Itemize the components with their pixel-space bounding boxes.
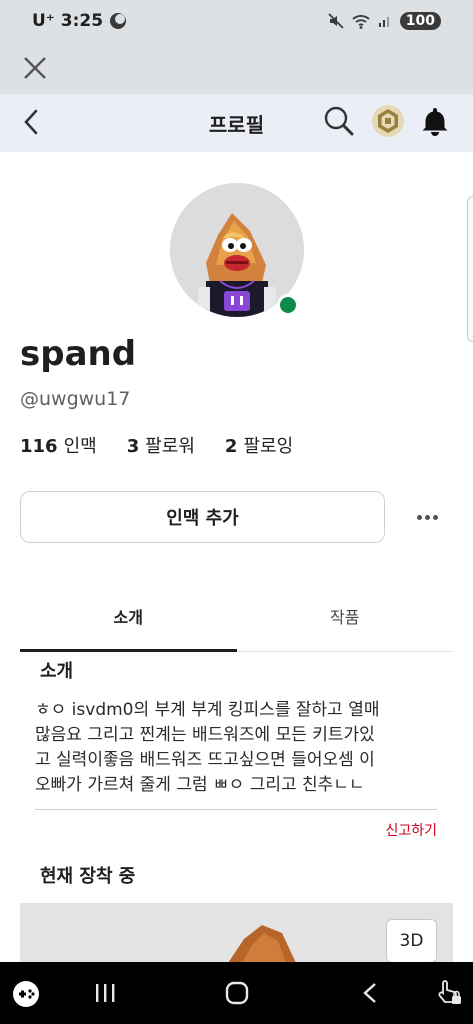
mute-icon [328, 13, 344, 29]
stat-label: 팔로워 [145, 436, 195, 457]
close-icon[interactable] [22, 55, 48, 81]
more-options-button[interactable] [412, 505, 442, 529]
display-name: spand [20, 334, 137, 374]
about-text: ㅎㅇ isvdm0의 부계 부계 킹피스를 잘하고 열매 많음요 그리고 찐계는… [35, 698, 440, 798]
divider [35, 809, 437, 810]
robux-icon[interactable] [371, 104, 405, 138]
back-nav-icon[interactable] [362, 982, 378, 1004]
stat-label: 인맥 [63, 436, 97, 457]
stat-value: 116 [20, 436, 58, 457]
view-3d-button[interactable]: 3D [386, 919, 437, 963]
system-nav-bar [0, 962, 473, 1024]
close-bar [0, 42, 473, 94]
stat-following[interactable]: 2 팔로잉 [225, 432, 293, 458]
username-handle: @uwgwu17 [20, 388, 131, 410]
moon-icon [110, 13, 127, 29]
clock: 3:25 [60, 11, 104, 31]
tab-about[interactable]: 소개 [20, 590, 237, 652]
search-icon[interactable] [323, 105, 355, 137]
side-scroll-handle[interactable] [467, 196, 473, 342]
report-link[interactable]: 신고하기 [385, 820, 437, 840]
profile-stats: 116 인맥 3 팔로워 2 팔로잉 [20, 432, 293, 458]
tab-creations[interactable]: 작품 [237, 590, 454, 651]
recent-apps-icon[interactable] [94, 982, 116, 1004]
about-line: 오빠가 가르쳐 줄게 그럼 ㅃㅇ 그리고 친추ㄴㄴ [35, 775, 365, 795]
signal-icon [378, 17, 389, 27]
status-bar: U⁺ 3:25 100 [0, 0, 473, 42]
game-controller-icon[interactable] [12, 980, 40, 1008]
bell-icon[interactable] [421, 106, 449, 136]
about-heading: 소개 [40, 661, 74, 682]
about-line: 고 실력이좋음 배드워즈 뜨고싶으면 들어오셈 이 [35, 750, 375, 770]
battery-badge: 100 [399, 12, 441, 30]
touch-lock-icon[interactable] [436, 978, 462, 1006]
about-line: ㅎㅇ isvdm0의 부계 부계 킹피스를 잘하고 열매 [35, 700, 380, 720]
add-connection-button[interactable]: 인맥 추가 [20, 491, 385, 543]
stat-value: 3 [126, 436, 140, 457]
carrier-label: U⁺ [32, 11, 55, 31]
status-left: U⁺ 3:25 [32, 11, 127, 31]
online-status-dot [277, 294, 299, 316]
about-line: 많음요 그리고 찐계는 배드워즈에 모든 키트가있 [35, 725, 375, 745]
home-icon[interactable] [225, 981, 249, 1005]
stat-label: 팔로잉 [243, 436, 294, 457]
status-right: 100 [328, 12, 441, 30]
nav-icons [323, 104, 449, 138]
top-nav: 프로필 [0, 94, 473, 152]
profile-tabs: 소개 작품 [20, 590, 453, 652]
currently-wearing-heading: 현재 장착 중 [40, 866, 136, 887]
stat-value: 2 [224, 436, 238, 457]
more-dot [432, 514, 438, 520]
stat-connections[interactable]: 116 인맥 [20, 432, 97, 458]
more-dot [424, 514, 430, 520]
more-dot [416, 514, 422, 520]
stat-followers[interactable]: 3 팔로워 [127, 432, 195, 458]
wifi-icon [352, 14, 370, 29]
